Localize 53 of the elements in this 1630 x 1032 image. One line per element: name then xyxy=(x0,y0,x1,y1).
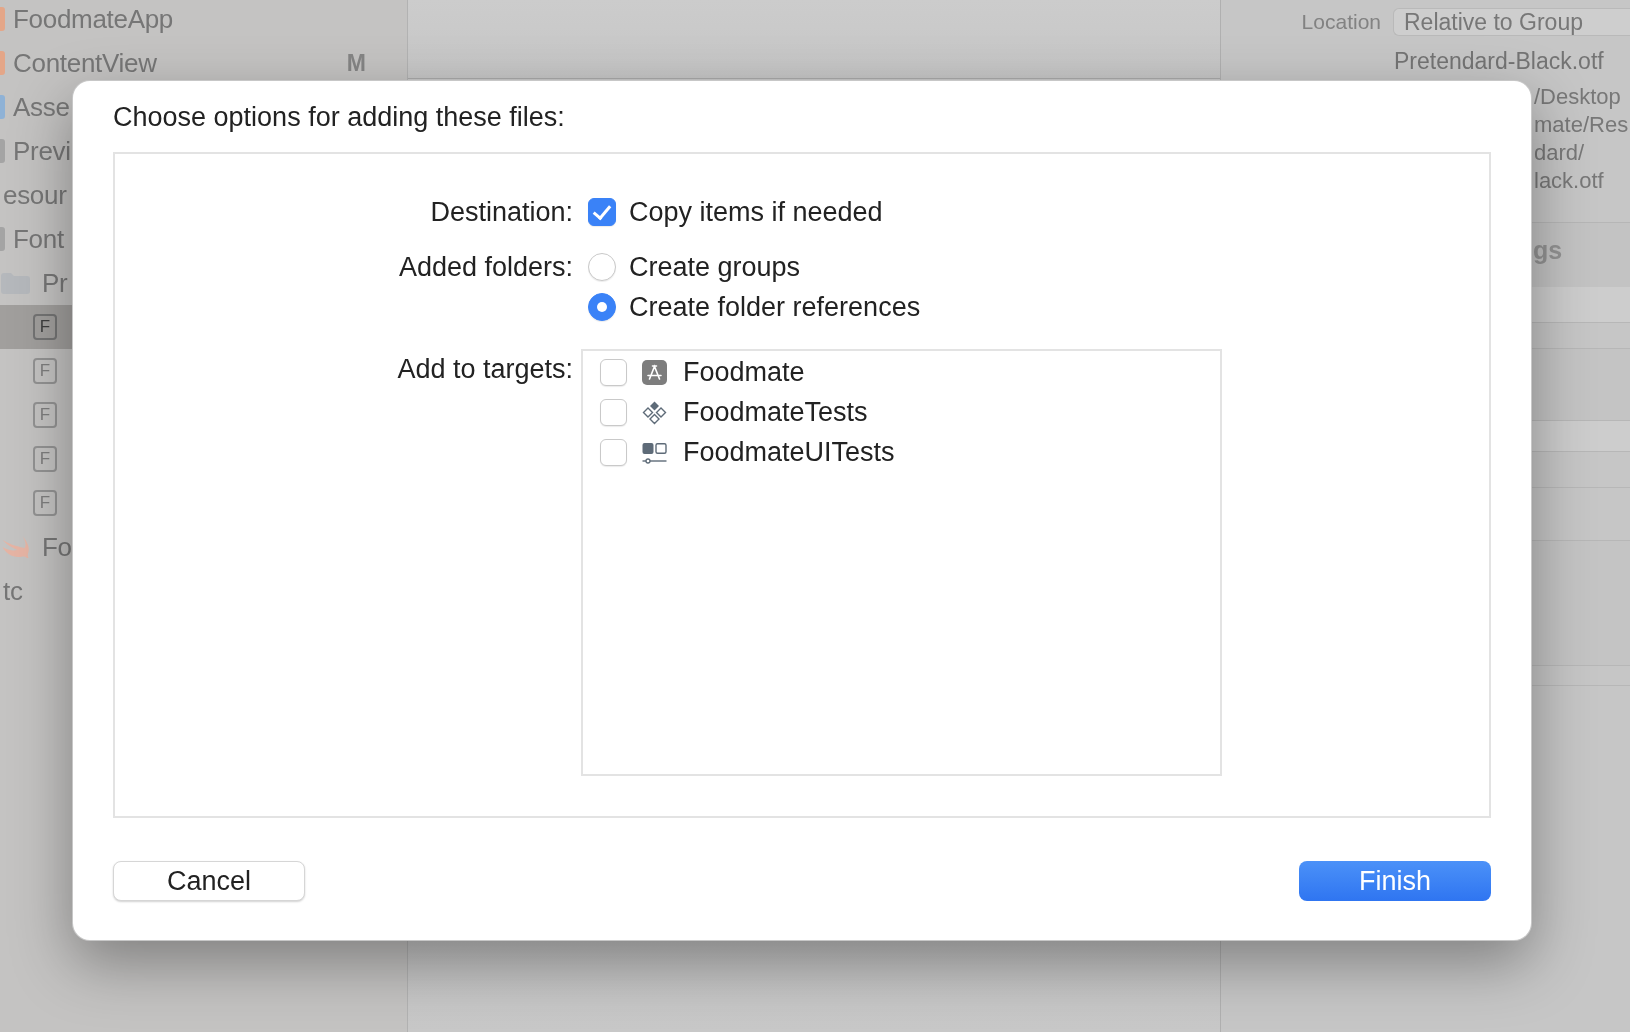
finish-button[interactable]: Finish xyxy=(1299,861,1491,901)
path-text: mate/Res xyxy=(1534,111,1629,139)
file-icon xyxy=(0,7,5,31)
cancel-button[interactable]: Cancel xyxy=(113,861,305,901)
font-file-icon: F xyxy=(33,446,57,472)
file-name-text: Pretendard-Black.otf xyxy=(1394,47,1604,75)
navigator-item[interactable]: F xyxy=(0,437,72,481)
target-label: Foodmate xyxy=(683,356,805,388)
navigator-item[interactable]: Pr xyxy=(0,261,72,305)
field-label: Destination: xyxy=(429,196,573,229)
radio-button[interactable] xyxy=(588,253,616,281)
navigator-item[interactable]: ContentView M xyxy=(0,41,407,85)
navigator-item[interactable]: F xyxy=(0,393,72,437)
checkbox[interactable] xyxy=(600,358,627,386)
checkbox[interactable] xyxy=(588,198,616,226)
font-file-icon: F xyxy=(33,314,57,340)
dialog-title: Choose options for adding these files: xyxy=(113,101,566,133)
app-icon xyxy=(642,359,667,385)
bird-icon xyxy=(1,535,30,559)
option-label: Create groups xyxy=(629,251,801,283)
font-file-icon: F xyxy=(33,402,57,428)
radio-button[interactable] xyxy=(588,293,616,321)
navigator-item[interactable]: Font xyxy=(0,217,72,261)
navigator-item[interactable]: Asse xyxy=(0,85,72,129)
navigator-item[interactable]: tc xyxy=(0,569,72,613)
navigator-item[interactable]: F xyxy=(0,481,72,525)
field-label: Add to targets: xyxy=(396,353,573,386)
navigator-item[interactable]: F xyxy=(0,305,72,349)
location-label: Location xyxy=(1300,10,1381,34)
option-label: Copy items if needed xyxy=(629,196,883,228)
font-file-icon: F xyxy=(33,490,57,516)
file-icon xyxy=(0,51,5,75)
location-popup[interactable]: Relative to Group xyxy=(1393,8,1630,36)
status-text: M xyxy=(346,49,366,77)
navigator-item[interactable]: esour xyxy=(0,173,72,217)
path-text: /Desktop xyxy=(1534,83,1621,111)
diamonds-icon xyxy=(642,399,667,425)
navigator-item[interactable]: Previ xyxy=(0,129,72,173)
navigator-item[interactable]: Fo xyxy=(0,525,72,569)
option-label: Create folder references xyxy=(629,291,921,323)
file-icon xyxy=(0,95,5,119)
font-file-icon: F xyxy=(33,358,57,384)
navigator-item[interactable]: F xyxy=(0,349,72,393)
folder-icon xyxy=(0,139,5,163)
folder-icon xyxy=(0,227,5,251)
target-label: FoodmateUITests xyxy=(683,436,895,468)
path-text: dard/ xyxy=(1534,139,1585,167)
field-label: Added folders: xyxy=(397,251,573,284)
path-text: lack.otf xyxy=(1534,167,1604,195)
navigator-item[interactable]: FoodmateApp xyxy=(0,0,174,41)
target-label: FoodmateTests xyxy=(683,396,868,428)
checkbox[interactable] xyxy=(600,398,627,426)
checkbox[interactable] xyxy=(600,438,627,466)
